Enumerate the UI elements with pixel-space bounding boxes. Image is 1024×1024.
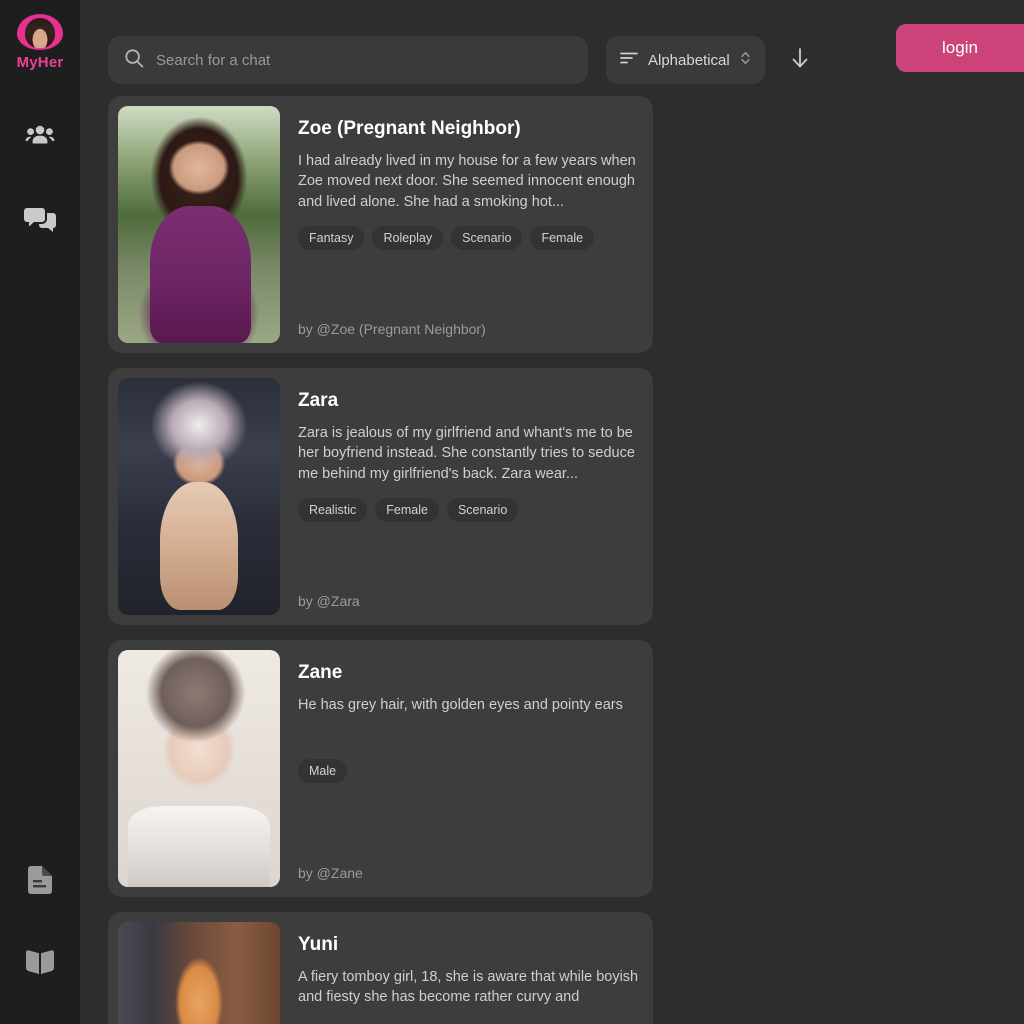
character-card[interactable]: Yuni A fiery tomboy girl, 18, she is awa… <box>108 912 653 1024</box>
sort-direction-button[interactable] <box>783 43 817 77</box>
search-box[interactable] <box>108 36 588 84</box>
card-title: Yuni <box>298 934 339 955</box>
tag[interactable]: Female <box>530 225 595 250</box>
card-author: by @Zoe (Pregnant Neighbor) <box>298 321 486 337</box>
card-tags: Fantasy Roleplay Scenario Female <box>298 225 639 250</box>
sort-lines-icon <box>620 51 638 70</box>
tag[interactable]: Male <box>298 759 348 784</box>
app-root: MyHer Search for a chat Alphabetical log… <box>0 0 1024 1024</box>
card-body: Yuni A fiery tomboy girl, 18, she is awa… <box>298 922 643 1024</box>
tag[interactable]: Female <box>375 497 439 522</box>
tag[interactable]: Roleplay <box>372 225 444 250</box>
card-body: Zane He has grey hair, with golden eyes … <box>298 650 643 887</box>
sidebar-item-chats[interactable] <box>18 197 62 241</box>
people-group-icon <box>25 124 55 150</box>
character-card-list: Zoe (Pregnant Neighbor) I had already li… <box>80 96 1024 1024</box>
card-description: A fiery tomboy girl, 18, she is aware th… <box>298 968 639 1006</box>
open-book-icon <box>26 950 54 974</box>
sidebar-nav-top <box>0 115 80 241</box>
arrow-down-icon <box>790 46 810 75</box>
topbar: Alphabetical login <box>80 0 1024 96</box>
card-description: I had already lived in my house for a fe… <box>298 152 636 211</box>
card-tags: Realistic Female Scenario <box>298 497 639 522</box>
tag[interactable]: Scenario <box>446 497 519 522</box>
sidebar-item-characters[interactable] <box>18 115 62 159</box>
tag[interactable]: Scenario <box>451 225 523 250</box>
chat-bubble-avatar-icon <box>17 14 63 50</box>
character-thumbnail <box>118 922 280 1024</box>
character-card[interactable]: Zane He has grey hair, with golden eyes … <box>108 640 653 897</box>
login-button[interactable]: login <box>896 24 1024 72</box>
character-thumbnail <box>118 106 280 343</box>
sidebar-nav-bottom <box>0 858 80 1006</box>
card-tags: Male <box>298 759 639 784</box>
card-body: Zoe (Pregnant Neighbor) I had already li… <box>298 106 643 343</box>
character-card[interactable]: Zara Zara is jealous of my girlfriend an… <box>108 368 653 625</box>
sidebar-item-documents[interactable] <box>18 858 62 902</box>
character-thumbnail <box>118 378 280 615</box>
document-icon <box>28 866 52 894</box>
search-icon <box>124 48 144 73</box>
chat-bubbles-icon <box>24 206 56 232</box>
card-author: by @Zane <box>298 865 363 881</box>
tag[interactable]: Fantasy <box>298 225 365 250</box>
card-title: Zoe (Pregnant Neighbor) <box>298 118 521 139</box>
sort-value: Alphabetical <box>648 51 730 69</box>
brand-logo[interactable]: MyHer <box>0 14 80 71</box>
chevron-up-down-icon <box>740 50 751 71</box>
card-title: Zane <box>298 662 343 683</box>
brand-name: MyHer <box>16 54 64 71</box>
card-description: He has grey hair, with golden eyes and p… <box>298 696 623 713</box>
tag[interactable]: Realistic <box>298 497 368 522</box>
card-body: Zara Zara is jealous of my girlfriend an… <box>298 378 643 615</box>
main-content: Alphabetical login <box>80 0 1024 1024</box>
card-title: Zara <box>298 390 339 411</box>
character-thumbnail <box>118 650 280 887</box>
search-input[interactable] <box>156 51 572 69</box>
card-author: by @Zara <box>298 593 360 609</box>
sort-dropdown[interactable]: Alphabetical <box>606 36 765 84</box>
sidebar-item-library[interactable] <box>18 940 62 984</box>
card-description: Zara is jealous of my girlfriend and wha… <box>298 424 635 483</box>
character-card[interactable]: Zoe (Pregnant Neighbor) I had already li… <box>108 96 653 353</box>
sidebar: MyHer <box>0 0 80 1024</box>
